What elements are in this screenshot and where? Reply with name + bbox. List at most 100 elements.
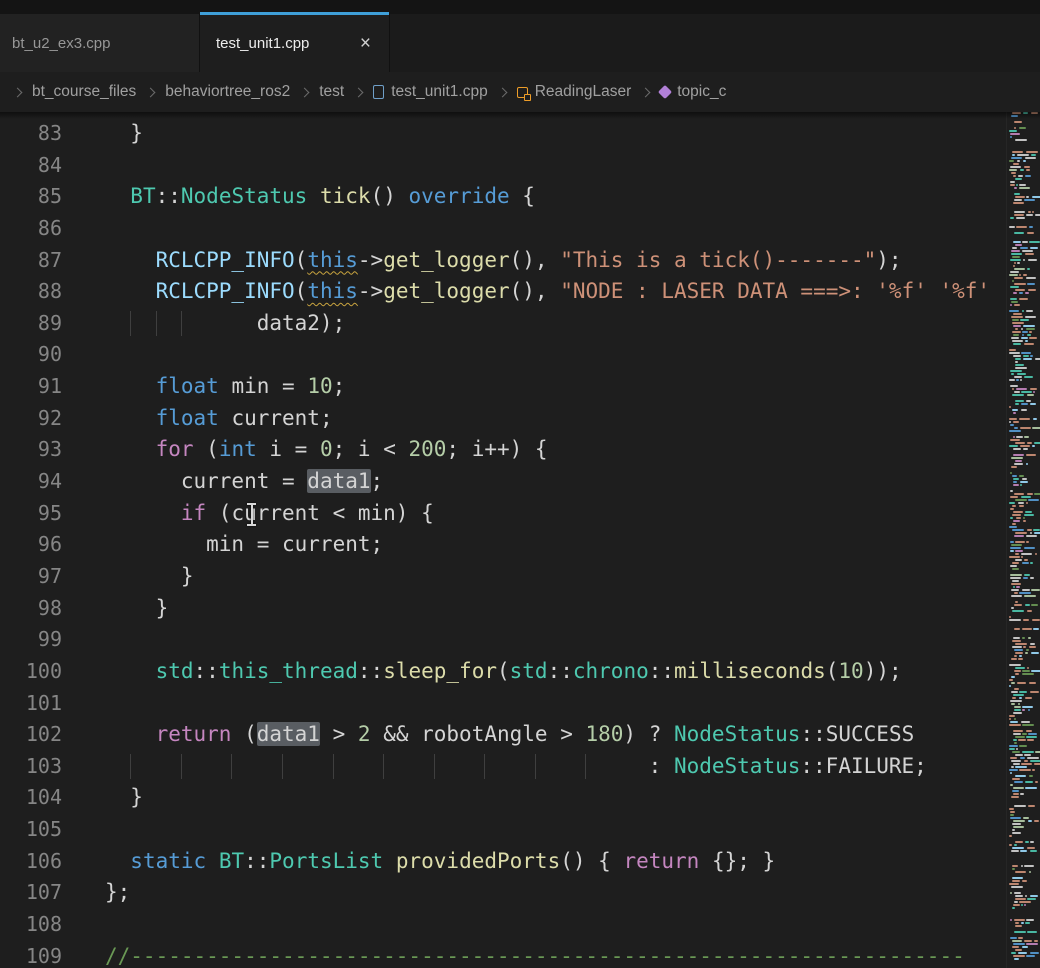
code-token: () xyxy=(371,184,409,208)
code-line[interactable]: 101 xyxy=(0,688,1040,720)
code-line[interactable]: 95 if (current < min) { xyxy=(0,498,1040,530)
minimap-mark xyxy=(1026,277,1036,279)
minimap-mark xyxy=(1017,682,1026,684)
minimap-mark xyxy=(1016,517,1021,519)
minimap-mark xyxy=(1013,478,1019,480)
minimap-mark xyxy=(1011,589,1019,591)
line-number: 90 xyxy=(0,339,62,371)
minimap-mark xyxy=(1013,481,1017,483)
minimap-mark xyxy=(1012,568,1019,570)
code-token: data2); xyxy=(105,311,345,335)
code-line[interactable]: 102 return (data1 > 2 && robotAngle > 18… xyxy=(0,719,1040,751)
minimap-mark xyxy=(1010,811,1015,813)
minimap-mark xyxy=(1013,712,1022,714)
code-editor[interactable]: 83 }8485 BT::NodeStatus tick() override … xyxy=(0,112,1040,968)
code-line[interactable]: 106 static BT::PortsList providedPorts()… xyxy=(0,846,1040,878)
breadcrumb-item-test-unit1-cpp[interactable]: test_unit1.cpp xyxy=(391,83,488,101)
minimap-mark xyxy=(1010,700,1022,702)
minimap-mark xyxy=(1010,892,1012,894)
minimap-mark xyxy=(1019,901,1031,903)
line-number: 93 xyxy=(0,434,62,466)
minimap[interactable] xyxy=(1006,112,1040,968)
minimap-mark xyxy=(1014,844,1017,846)
minimap-mark xyxy=(1027,394,1034,396)
code-line[interactable]: 86 xyxy=(0,213,1040,245)
breadcrumb-item-behaviortree-ros2[interactable]: behaviortree_ros2 xyxy=(165,83,290,101)
minimap-mark xyxy=(1033,418,1037,420)
code-token: data1 xyxy=(307,469,370,493)
code-token: PortsList xyxy=(269,849,383,873)
code-line[interactable]: 88 RCLCPP_INFO(this->get_logger(), "NODE… xyxy=(0,276,1040,308)
minimap-mark xyxy=(1024,166,1030,168)
minimap-mark xyxy=(1019,505,1024,507)
minimap-mark xyxy=(1011,766,1014,768)
minimap-mark xyxy=(1021,403,1028,405)
code-line[interactable]: 83 } xyxy=(0,118,1040,150)
minimap-mark xyxy=(1011,250,1020,252)
chevron-right-icon xyxy=(354,87,364,97)
code-line[interactable]: 99 xyxy=(0,624,1040,656)
code-line[interactable]: 97 } xyxy=(0,561,1040,593)
code-line[interactable]: 87 RCLCPP_INFO(this->get_logger(), "This… xyxy=(0,245,1040,277)
code-line[interactable]: 90 xyxy=(0,339,1040,371)
code-line[interactable]: 94 current = data1; xyxy=(0,466,1040,498)
tab-bt-u2-ex3-cpp[interactable]: bt_u2_ex3.cpp xyxy=(0,14,200,72)
line-number: 101 xyxy=(0,688,62,720)
minimap-mark xyxy=(1025,922,1030,924)
line-number: 91 xyxy=(0,371,62,403)
minimap-mark xyxy=(1015,289,1025,291)
minimap-mark xyxy=(1013,484,1019,486)
minimap-mark xyxy=(1023,112,1028,114)
code-token: override xyxy=(409,184,510,208)
breadcrumb-item-topic-c[interactable]: topic_c xyxy=(677,83,726,101)
code-token: } xyxy=(105,564,194,588)
code-line[interactable]: 103 : NodeStatus::FAILURE; xyxy=(0,751,1040,783)
line-number: 98 xyxy=(0,593,62,625)
code-token: ( xyxy=(194,437,219,461)
code-line[interactable]: 91 float min = 10; xyxy=(0,371,1040,403)
minimap-mark xyxy=(1014,304,1020,306)
minimap-mark xyxy=(1029,682,1036,684)
code-line[interactable]: 96 min = current; xyxy=(0,529,1040,561)
minimap-mark xyxy=(1015,361,1018,363)
code-line[interactable]: 104 } xyxy=(0,782,1040,814)
minimap-mark xyxy=(1011,850,1019,852)
breadcrumb-item-test[interactable]: test xyxy=(319,83,344,101)
code-line[interactable]: 92 float current; xyxy=(0,403,1040,435)
minimap-mark xyxy=(1013,943,1025,945)
code-token xyxy=(105,722,156,746)
code-token: :: xyxy=(649,659,674,683)
minimap-mark xyxy=(1015,364,1024,366)
minimap-mark xyxy=(1009,808,1014,810)
minimap-mark xyxy=(1011,676,1015,678)
code-line[interactable]: 108 xyxy=(0,909,1040,941)
code-line[interactable]: 85 BT::NodeStatus tick() override { xyxy=(0,181,1040,213)
minimap-mark xyxy=(1014,187,1017,189)
minimap-mark xyxy=(1013,265,1015,267)
minimap-mark xyxy=(1012,280,1014,282)
close-tab-icon[interactable]: × xyxy=(358,34,373,53)
minimap-mark xyxy=(1010,181,1015,183)
minimap-mark xyxy=(1034,493,1040,495)
code-token: this xyxy=(307,279,358,303)
code-line[interactable]: 109//-----------------------------------… xyxy=(0,941,1040,968)
code-line[interactable]: 89 data2); xyxy=(0,308,1040,340)
breadcrumb-item-readinglaser[interactable]: ReadingLaser xyxy=(535,83,632,101)
code-line[interactable]: 84 xyxy=(0,150,1040,182)
minimap-mark xyxy=(1023,520,1026,522)
minimap-mark xyxy=(1015,541,1025,543)
tab-test-unit1-cpp[interactable]: test_unit1.cpp × xyxy=(200,14,390,72)
code-line[interactable]: 107}; xyxy=(0,877,1040,909)
minimap-mark xyxy=(1030,562,1033,564)
minimap-mark xyxy=(1015,460,1022,462)
code-line[interactable]: 98 } xyxy=(0,593,1040,625)
minimap-mark xyxy=(1020,169,1024,171)
code-line[interactable]: 93 for (int i = 0; i < 200; i++) { xyxy=(0,434,1040,466)
code-line[interactable]: 105 xyxy=(0,814,1040,846)
minimap-mark xyxy=(1009,745,1018,747)
breadcrumb-item-bt-course-files[interactable]: bt_course_files xyxy=(32,83,136,101)
line-number: 83 xyxy=(0,118,62,150)
code-line[interactable]: 100 std::this_thread::sleep_for(std::chr… xyxy=(0,656,1040,688)
minimap-mark xyxy=(1014,892,1021,894)
minimap-mark xyxy=(1034,532,1040,534)
